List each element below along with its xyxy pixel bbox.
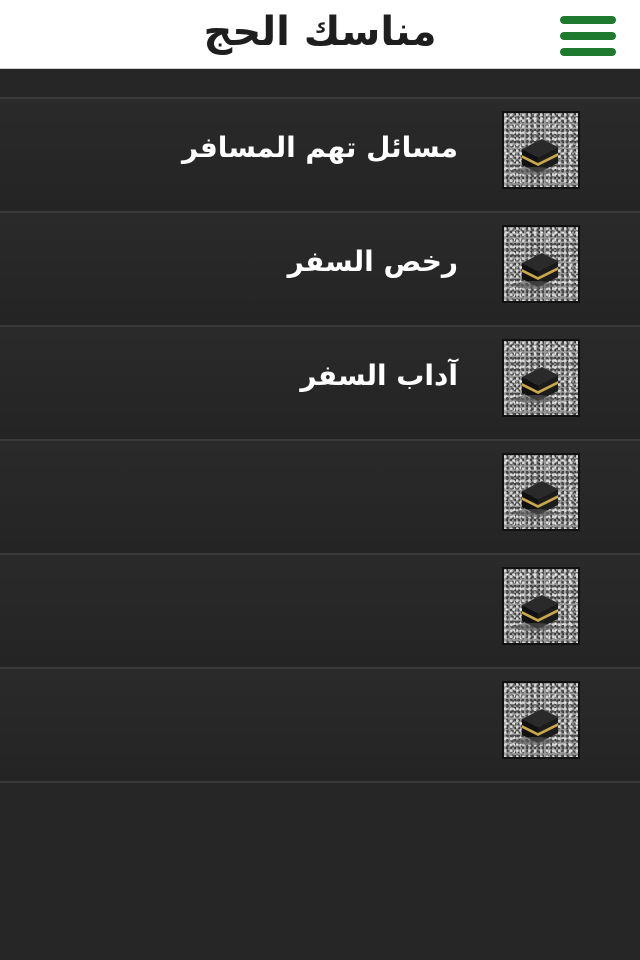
kaaba-thumbnail-icon	[502, 567, 580, 645]
list-item[interactable]: رخص السفر	[0, 213, 640, 327]
kaaba-thumbnail-icon	[502, 453, 580, 531]
kaaba-thumbnail-icon	[502, 111, 580, 189]
list-item-label: رخص السفر	[287, 245, 458, 278]
list-item-label: آداب السفر	[300, 359, 458, 392]
list-item[interactable]: مسائل تهم المسافر	[0, 99, 640, 213]
list-top-divider	[0, 69, 640, 99]
app-header: مناسك الحج	[0, 0, 640, 69]
kaaba-thumbnail-icon	[502, 681, 580, 759]
hamburger-menu-icon[interactable]	[560, 16, 616, 56]
app-screen: مناسك الحج مسائل تهم المسافر رخص السفر آ…	[0, 0, 640, 960]
list-item[interactable]	[0, 441, 640, 555]
list-item[interactable]	[0, 555, 640, 669]
kaaba-thumbnail-icon	[502, 225, 580, 303]
menu-list: مسائل تهم المسافر رخص السفر آداب السفر	[0, 69, 640, 960]
kaaba-thumbnail-icon	[502, 339, 580, 417]
page-title: مناسك الحج	[203, 9, 437, 55]
list-item-label: مسائل تهم المسافر	[182, 131, 458, 164]
list-item[interactable]: آداب السفر	[0, 327, 640, 441]
list-item[interactable]	[0, 669, 640, 783]
